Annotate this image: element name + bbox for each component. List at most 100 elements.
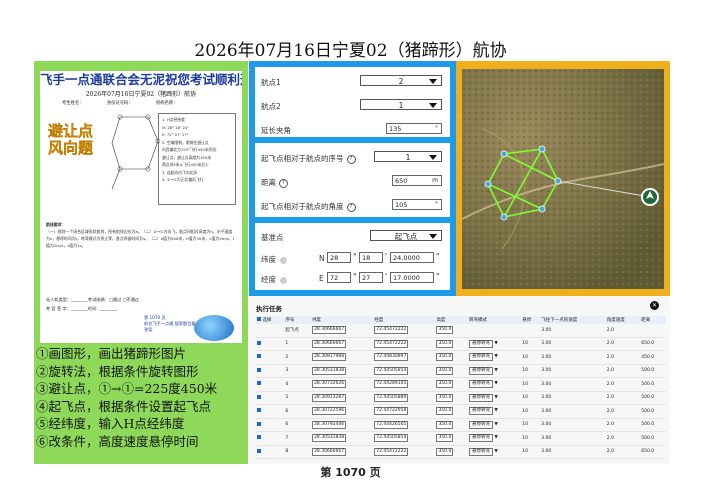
cell-lat-value[interactable]: 28.30817988 [312,353,347,362]
row-select[interactable] [256,445,285,459]
cell-turn-value[interactable]: 悬停转弯 [469,434,493,443]
cell-lat-value[interactable]: 28.30531838 [312,434,347,443]
cell-lon-value[interactable]: 72.45472222 [374,447,409,456]
cell-seq: 6 [284,404,312,419]
reference-select[interactable]: 起飞点 [370,230,442,241]
cell-lon-value[interactable]: 72.44722958 [374,407,409,416]
cell-lon: 72.45472222 [373,337,436,351]
cell-lat: 28.30666667 [311,445,374,459]
extension-angle-input[interactable]: 135 ° [386,123,442,134]
cell-lat-value[interactable]: 28.30666667 [312,326,347,335]
cell-alt-value[interactable]: 350.0 [436,366,454,375]
takeoff-seq-select[interactable]: 1 [374,151,442,162]
table-row[interactable]: 6 28.30722596 72.44722958 350.0 悬停转弯 ▼ 10 3.00… [256,404,666,419]
lon-second-input[interactable]: 17.0000 [390,272,434,283]
cell-turn-value[interactable]: 悬停转弯 [469,380,493,389]
cell-lat-value[interactable]: 28.30792446 [312,420,347,429]
cell-lon-value[interactable]: 72.44426565 [374,420,409,429]
cell-alt-value[interactable]: 350.0 [436,326,454,335]
home-marker-icon[interactable] [641,188,659,206]
checkbox-icon[interactable] [257,367,261,372]
cell-lon-value[interactable]: 72.45472222 [374,339,409,348]
checkbox-icon[interactable] [257,354,261,359]
row-select[interactable] [256,391,285,405]
lat-degree-input[interactable]: 28 [327,252,351,263]
lon-minute-input[interactable]: 27 [359,272,383,283]
help-icon[interactable]: ? [279,178,288,188]
map-canvas[interactable] [462,69,664,289]
cell-turn-value[interactable]: 悬停转弯 [469,353,493,362]
cell-alt-value[interactable]: 350.0 [436,420,454,429]
checkbox-icon[interactable] [257,317,261,321]
satellite-map[interactable] [462,69,664,289]
cell-alt-value[interactable]: 350.0 [436,353,454,362]
lon-degree-input[interactable]: 72 [327,272,351,283]
cell-turn-value[interactable]: 悬停转弯 [469,366,493,375]
table-row[interactable]: 8 28.30666667 72.45472222 350.0 悬停转弯 ▼ 10 3.00… [256,445,666,459]
waypoint2-select[interactable]: 1 [360,99,442,110]
row-select[interactable] [256,418,285,432]
row-select[interactable] [256,377,285,392]
row-select[interactable] [256,350,285,365]
checkbox-icon[interactable] [257,340,261,345]
cell-speed: 3.00 [540,377,606,392]
table-row[interactable]: 4 28.30732626 72.44289105 350.0 悬停转弯 ▼ 10 3.00… [256,377,666,392]
cell-turn-value[interactable]: 悬停转弯 [469,447,493,456]
cell-lat-value[interactable]: 28.30732626 [312,380,347,389]
cell-lon: 72.44505854 [373,431,436,446]
row-select[interactable] [256,431,285,446]
table-row[interactable]: 3 28.30531838 72.44505854 350.0 悬停转弯 ▼ 10 3.00… [256,364,666,378]
cell-lon-value[interactable]: 72.44289105 [374,380,409,389]
cell-lon-value[interactable]: 72.44830897 [374,353,409,362]
table-row[interactable]: 2 28.30817988 72.44830897 350.0 悬停转弯 ▼ 10 3.00… [256,350,666,365]
cell-angspeed: 2.0 [605,350,641,365]
row-select[interactable] [256,404,285,419]
cell-lon-value[interactable]: 72.44505854 [374,366,409,375]
table-row[interactable]: 7 28.30531838 72.44505854 350.0 悬停转弯 ▼ 10 3.00… [256,431,666,446]
cell-alt-value[interactable]: 350.0 [436,380,454,389]
checkbox-icon[interactable] [257,394,261,399]
cell-lat-value[interactable]: 28.30666667 [312,339,347,348]
help-icon[interactable]: ? [346,202,356,212]
cell-lon-value[interactable]: 72.44505854 [374,434,409,443]
table-row[interactable]: 5 28.30913287 72.44505889 350.0 悬停转弯 ▼ 10 3.00… [256,391,666,405]
cell-lon-value[interactable]: 72.45472222 [374,326,409,335]
table-row[interactable]: 1 28.30666667 72.45472222 350.0 悬停转弯 ▼ 10 3.00… [256,337,666,351]
cell-turn-value[interactable]: 悬停转弯 [469,420,493,429]
lat-minute-input[interactable]: 18 [359,252,383,263]
col-select[interactable]: 选择 [256,316,285,324]
cell-lon-value[interactable]: 72.44505889 [374,393,409,402]
checkbox-icon[interactable] [257,435,261,440]
row-select[interactable] [256,324,285,338]
checkbox-icon[interactable] [257,448,261,453]
row-select[interactable] [256,337,285,351]
cell-lat-value[interactable]: 28.30722596 [312,407,347,416]
table-row[interactable]: 起飞点 28.30666667 72.45472222 350.0 3.00 2.0 [256,324,666,338]
takeoff-angle-input[interactable]: 105 ° [392,199,442,210]
cell-lat-value[interactable]: 28.30666667 [312,447,347,456]
close-icon[interactable]: ✕ [650,301,659,310]
cell-alt-value[interactable]: 350.0 [436,339,454,348]
checkbox-icon[interactable] [257,381,261,386]
help-icon[interactable]: ? [346,154,356,164]
cell-lat-value[interactable]: 28.30531838 [312,366,347,375]
checkbox-icon[interactable] [257,408,261,413]
table-row[interactable]: 6 28.30792446 72.44426565 350.0 悬停转弯 ▼ 10 3.00… [256,418,666,432]
chevron-down-icon: ▼ [493,381,498,387]
cell-alt-value[interactable]: 350.0 [436,393,454,402]
cell-turn-value[interactable]: 悬停转弯 [469,339,493,348]
lat-second-input[interactable]: 24.0000 [390,252,434,263]
cell-turn-value[interactable]: 悬停转弯 [469,407,493,416]
cell-alt-value[interactable]: 350.0 [436,407,454,416]
cell-speed: 3.00 [540,431,606,446]
distance-input[interactable]: 650 m [392,175,442,186]
cell-lat-value[interactable]: 28.30913287 [312,393,347,402]
row-select[interactable] [256,364,285,378]
cell-turn-value[interactable]: 悬停转弯 [469,393,493,402]
reference-label: 基准点 [261,233,284,242]
cell-hover: 10 [521,350,541,365]
waypoint1-select[interactable]: 2 [360,75,442,86]
cell-alt-value[interactable]: 350.0 [436,434,454,443]
checkbox-icon[interactable] [257,421,261,426]
cell-alt-value[interactable]: 350.0 [436,447,454,456]
